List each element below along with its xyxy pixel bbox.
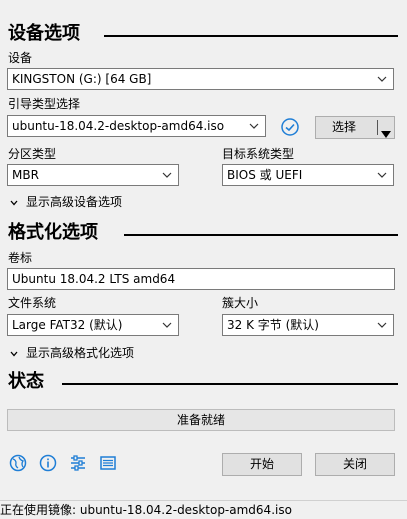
file-system-value: Large FAT32 (默认) [12,318,123,332]
globe-icon [9,454,27,472]
advanced-device-toggle-label: 显示高级设备选项 [26,195,123,209]
volume-label-value: Ubuntu 18.04.2 LTS amd64 [12,272,176,286]
file-system-label: 文件系统 [8,296,57,310]
chevron-down-icon [160,165,174,185]
status-title: 状态 [8,371,44,393]
advanced-device-toggle[interactable]: 显示高级设备选项 [10,195,122,210]
progress-bar: 准备就绪 [7,409,395,431]
progress-text: 准备就绪 [176,413,225,427]
format-options-rule [124,234,398,236]
chevron-down-icon [375,165,389,185]
boot-type-label: 引导类型选择 [8,97,81,111]
chevron-down-icon [160,315,174,335]
target-system-select[interactable]: BIOS 或 UEFI [222,164,394,186]
chevron-down-icon [375,69,389,89]
log-button[interactable] [98,453,118,473]
partition-scheme-value: MBR [12,168,39,182]
close-button[interactable]: 关闭 [315,453,395,476]
chevron-down-icon [247,116,261,136]
settings-sliders-icon [71,455,85,471]
partition-scheme-select[interactable]: MBR [7,164,179,186]
device-select[interactable]: KINGSTON (G:) [64 GB] [7,68,394,90]
chevron-down-icon [375,315,389,335]
status-bar-text: 正在使用镜像: ubuntu-18.04.2-desktop-amd64.iso [0,503,292,517]
boot-type-select[interactable]: ubuntu-18.04.2-desktop-amd64.iso [7,115,266,137]
status-title-text: 状态 [8,371,44,392]
start-button[interactable]: 开始 [222,453,302,476]
advanced-format-toggle[interactable]: 显示高级格式化选项 [10,346,134,361]
select-image-button[interactable]: 选择 [315,116,395,139]
device-select-value: KINGSTON (G:) [64 GB] [12,72,152,86]
device-options-title-text: 设备选项 [8,23,80,44]
format-options-title: 格式化选项 [8,222,98,244]
language-button[interactable] [8,453,28,473]
settings-button[interactable] [68,453,88,473]
log-icon [100,456,116,470]
status-bar: 正在使用镜像: ubuntu-18.04.2-desktop-amd64.iso [0,500,407,519]
select-image-button-label: 选择 [332,120,357,134]
boot-type-select-value: ubuntu-18.04.2-desktop-amd64.iso [12,119,225,133]
chevron-down-icon [10,351,18,356]
volume-label-label: 卷标 [8,251,33,265]
advanced-format-toggle-label: 显示高级格式化选项 [26,346,135,360]
check-circle-icon[interactable] [280,117,300,137]
device-options-rule [104,35,398,37]
status-rule [62,383,398,385]
chevron-down-icon [10,200,18,205]
target-system-value: BIOS 或 UEFI [227,168,303,182]
target-system-label: 目标系统类型 [222,147,295,161]
cluster-size-label: 簇大小 [222,296,259,310]
info-icon [39,454,57,472]
caret-down-icon[interactable] [381,124,391,145]
format-options-title-text: 格式化选项 [8,222,98,243]
volume-label-input[interactable]: Ubuntu 18.04.2 LTS amd64 [7,268,395,290]
cluster-size-value: 32 K 字节 (默认) [227,318,319,332]
partition-scheme-label: 分区类型 [8,147,57,161]
about-button[interactable] [38,453,58,473]
file-system-select[interactable]: Large FAT32 (默认) [7,314,179,336]
device-label: 设备 [8,51,33,65]
cluster-size-select[interactable]: 32 K 字节 (默认) [222,314,394,336]
device-options-title: 设备选项 [8,23,80,45]
button-divider [377,120,378,135]
